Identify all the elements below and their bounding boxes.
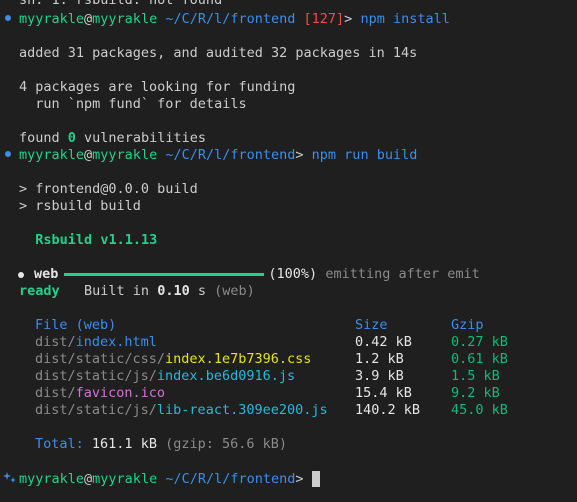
prompt-user: myyrakle — [19, 471, 85, 487]
file-dir: dist/static/js/ — [35, 368, 157, 384]
ready-line: ready Built in 0.10 s (web) — [19, 283, 255, 300]
output-line: 4 packages are looking for funding — [19, 79, 296, 95]
file-dir: dist/static/css/ — [35, 351, 166, 367]
file-name: index.html — [75, 334, 157, 350]
progress-message: emitting after emit — [325, 266, 480, 282]
total-value: 161.1 kB — [91, 436, 157, 452]
command-text: npm install — [360, 11, 450, 27]
prompt-arrow: > — [295, 471, 304, 487]
file-name: index.1e7b7396.css — [165, 351, 312, 367]
output-line: > frontend@0.0.0 build — [19, 181, 198, 197]
vulnerability-count: 0 — [67, 130, 76, 146]
exit-code: [127] — [303, 11, 345, 27]
table-row-file: dist/static/js/index.be6d0916.js — [35, 368, 295, 385]
file-name: favicon.ico — [75, 385, 166, 401]
table-row-gzip: 9.2 kB — [451, 385, 500, 401]
total-line: Total: 161.1 kB (gzip: 56.6 kB) — [35, 436, 287, 453]
table-row-size: 3.9 kB — [355, 368, 404, 384]
built-unit: s — [189, 283, 206, 299]
table-row-file: dist/static/css/index.1e7b7396.css — [35, 351, 311, 368]
prompt-arrow: > — [295, 147, 304, 163]
built-env: (web) — [214, 283, 255, 299]
rsbuild-name: Rsbuild — [35, 232, 93, 248]
prompt-line-3[interactable]: myyrakle@myyrakle ~/C/R/l/frontend> — [19, 471, 320, 488]
rsbuild-banner: Rsbuild v1.1.13 — [19, 232, 157, 249]
file-dir: dist/ — [35, 385, 76, 401]
file-name: index.be6d0916.js — [156, 368, 296, 384]
sparkle-icon[interactable] — [3, 471, 17, 485]
table-row-file: dist/favicon.ico — [35, 385, 165, 402]
bullet-icon — [18, 272, 24, 278]
progress-bar — [64, 272, 265, 276]
total-gzip: (gzip: 56.6 kB) — [165, 436, 288, 452]
prompt-path: ~/C/R/l/frontend — [165, 11, 296, 27]
vulnerabilities-line: found 0 vulnerabilities — [19, 130, 206, 147]
prompt-line-2: myyrakle@myyrakle ~/C/R/l/frontend> npm … — [19, 147, 417, 164]
terminal[interactable]: sh: 1: rsbuild: not found myyrakle@myyra… — [0, 0, 577, 502]
prompt-host: myyrakle — [92, 11, 158, 27]
prompt-at: @ — [84, 147, 93, 163]
ready-label: ready — [19, 283, 60, 299]
prompt-user: myyrakle — [19, 11, 85, 27]
table-row-size: 1.2 kB — [355, 351, 404, 367]
progress-line: web (100%) emitting after emit — [18, 266, 480, 283]
total-label: Total: — [35, 436, 84, 452]
prompt-line-1: myyrakle@myyrakle ~/C/R/l/frontend [127]… — [19, 11, 450, 28]
output-line: run `npm fund` for details — [19, 96, 247, 112]
table-header-gzip: Gzip — [451, 317, 484, 333]
output-text: found — [19, 130, 68, 146]
command-marker-icon[interactable] — [5, 151, 11, 157]
prompt-at: @ — [84, 471, 93, 487]
prompt-host: myyrakle — [92, 147, 158, 163]
progress-percent: (100%) — [268, 266, 318, 282]
table-row-file: dist/index.html — [35, 334, 157, 351]
table-row-size: 0.42 kB — [355, 334, 412, 350]
table-row-gzip: 45.0 kB — [451, 402, 508, 418]
table-header-file: File (web) — [35, 317, 117, 333]
command-marker-icon[interactable] — [5, 15, 11, 21]
built-text: Built in — [84, 283, 158, 299]
prompt-at: @ — [84, 11, 93, 27]
prompt-arrow: > — [344, 11, 353, 27]
table-row-size: 15.4 kB — [355, 385, 412, 401]
output-line: added 31 packages, and audited 32 packag… — [19, 45, 418, 61]
table-header-size: Size — [355, 317, 388, 333]
rsbuild-version: v1.1.13 — [100, 232, 158, 248]
table-row-gzip: 0.61 kB — [451, 351, 508, 367]
prompt-host: myyrakle — [92, 471, 158, 487]
error-line: sh: 1: rsbuild: not found — [19, 0, 223, 8]
table-row-gzip: 1.5 kB — [451, 368, 500, 384]
table-row-gzip: 0.27 kB — [451, 334, 508, 350]
output-text: vulnerabilities — [75, 130, 206, 146]
prompt-path: ~/C/R/l/frontend — [165, 147, 296, 163]
command-text: npm run build — [311, 147, 418, 163]
output-line: > rsbuild build — [19, 198, 141, 214]
table-row-size: 140.2 kB — [355, 402, 421, 418]
file-name: lib-react.309ee200.js — [156, 402, 328, 418]
file-dir: dist/static/js/ — [35, 402, 157, 418]
text-cursor[interactable] — [311, 471, 320, 487]
progress-label: web — [34, 266, 59, 282]
prompt-user: myyrakle — [19, 147, 85, 163]
prompt-path: ~/C/R/l/frontend — [165, 471, 296, 487]
built-time: 0.10 — [157, 283, 190, 299]
table-row-file: dist/static/js/lib-react.309ee200.js — [35, 402, 328, 419]
file-dir: dist/ — [35, 334, 76, 350]
